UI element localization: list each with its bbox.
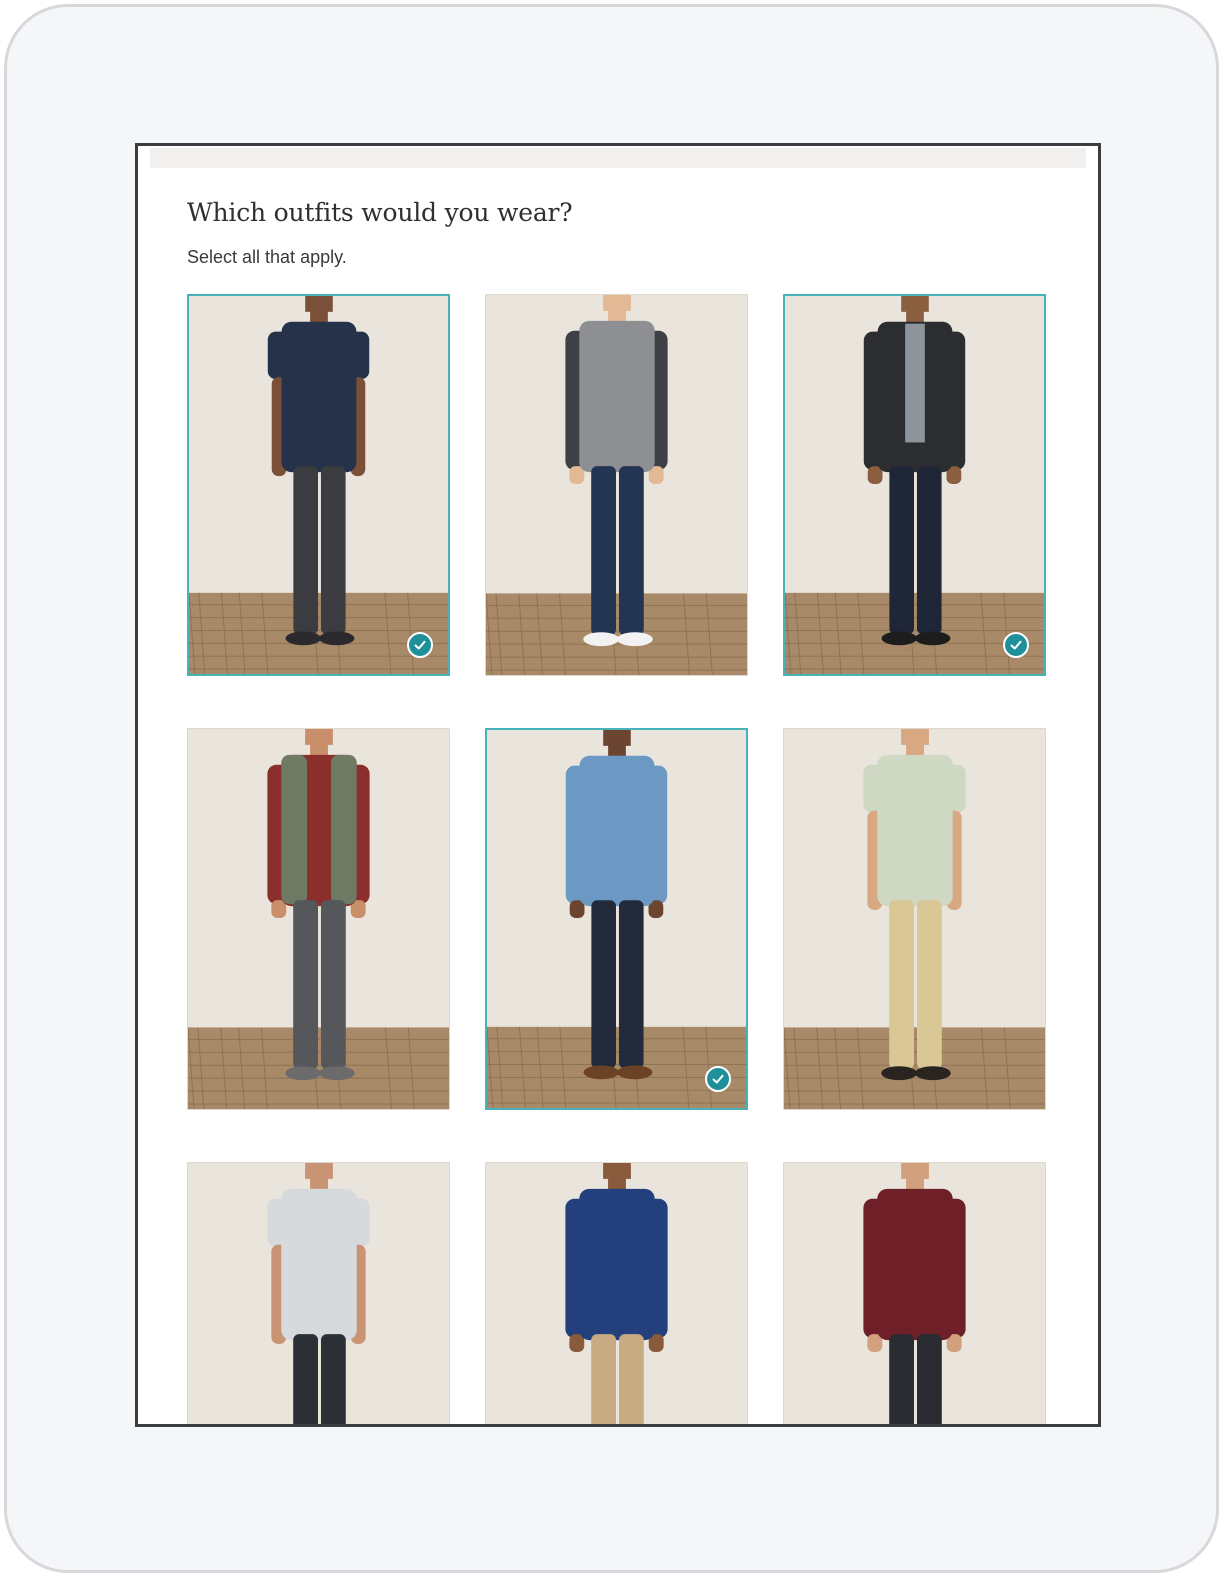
outfit-card[interactable]: [485, 294, 748, 676]
outfit-photo: [486, 295, 747, 675]
outfit-photo: [784, 1163, 1045, 1424]
tablet-frame: Which outfits would you wear? Select all…: [4, 4, 1219, 1573]
outfit-card[interactable]: [485, 1162, 748, 1424]
checkmark-icon: [407, 632, 433, 658]
outfit-photo: [188, 729, 449, 1109]
outfit-photo: [784, 729, 1045, 1109]
top-progress-bar: [150, 148, 1086, 168]
tablet-screen: Which outfits would you wear? Select all…: [135, 143, 1101, 1427]
outfit-photo: [487, 730, 746, 1108]
outfit-photo: [785, 296, 1044, 674]
outfit-card[interactable]: [187, 728, 450, 1110]
outfit-card[interactable]: [485, 728, 748, 1110]
outfit-photo: [189, 296, 448, 674]
question-title: Which outfits would you wear?: [187, 198, 573, 227]
outfit-card[interactable]: [187, 1162, 450, 1424]
outfit-card[interactable]: [783, 294, 1046, 676]
checkmark-icon: [1003, 632, 1029, 658]
outfit-card[interactable]: [187, 294, 450, 676]
outfit-photo: [486, 1163, 747, 1424]
question-subtitle: Select all that apply.: [187, 247, 347, 267]
outfit-photo: [188, 1163, 449, 1424]
outfit-card[interactable]: [783, 1162, 1046, 1424]
checkmark-icon: [705, 1066, 731, 1092]
outfit-card[interactable]: [783, 728, 1046, 1110]
